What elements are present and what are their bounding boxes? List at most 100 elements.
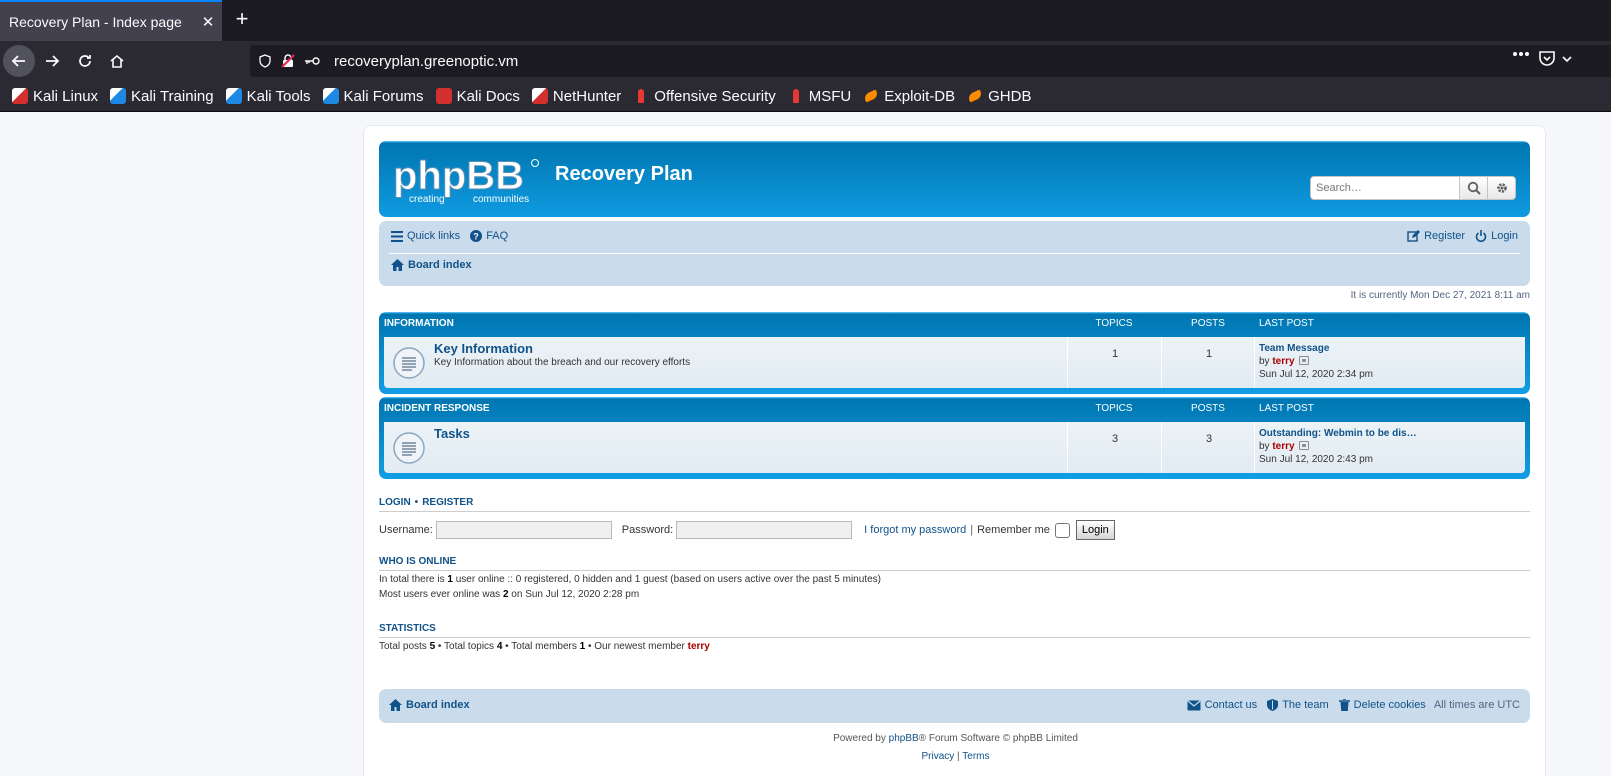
arrow-right-icon: [46, 55, 60, 67]
bookmark-offensive-security[interactable]: Offensive Security: [633, 87, 776, 105]
svg-text:?: ?: [473, 232, 479, 242]
register-link[interactable]: Register: [1407, 230, 1465, 242]
view-latest-post-icon[interactable]: [1298, 356, 1309, 365]
pencil-square-icon: [1407, 230, 1421, 242]
register-header-link[interactable]: REGISTER: [422, 497, 473, 508]
address-bar[interactable]: recoveryplan.greenoptic.vm: [250, 45, 1611, 77]
last-post-user-link[interactable]: terry: [1272, 441, 1294, 452]
register-label: Register: [1424, 230, 1466, 242]
legal-links: Privacy | Terms: [364, 751, 1547, 762]
kali-docs-icon: [435, 88, 452, 104]
overflow-chevron[interactable]: [1562, 55, 1572, 63]
category-header: INCIDENT RESPONSE TOPICS POSTS LAST POST: [384, 403, 1525, 417]
exploitdb-icon: [863, 88, 879, 104]
remember-me-checkbox[interactable]: [1054, 522, 1070, 538]
phpbb-link[interactable]: phpBB: [889, 733, 919, 744]
online-text: In total there is: [379, 574, 448, 585]
forum-row: Key Information Key Information about th…: [384, 337, 1525, 388]
delete-cookies-link[interactable]: Delete cookies: [1338, 699, 1426, 711]
breadcrumb: Board index: [391, 259, 482, 271]
faq-link[interactable]: ? FAQ: [470, 230, 508, 242]
footer-board-index-link[interactable]: Board index: [389, 699, 470, 711]
who-is-online-link[interactable]: WHO IS ONLINE: [379, 556, 456, 567]
browser-tab-strip: Recovery Plan - Index page ✕ +: [0, 0, 1611, 41]
current-time: It is currently Mon Dec 27, 2021 8:11 am: [1350, 290, 1530, 301]
search-input[interactable]: Search…: [1310, 176, 1460, 200]
view-latest-post-icon[interactable]: [1298, 441, 1309, 450]
bookmark-ghdb[interactable]: GHDB: [967, 88, 1031, 105]
tab-close-icon[interactable]: ✕: [194, 13, 222, 31]
phpbb-logo[interactable]: phpBB creating communities: [393, 154, 541, 205]
quick-links-menu[interactable]: Quick links: [391, 230, 460, 242]
bookmark-kali-training[interactable]: Kali Training: [110, 88, 214, 105]
statistics-line: Total posts 5 • Total topics 4 • Total m…: [379, 641, 710, 652]
statistics-label: STATISTICS: [379, 623, 436, 634]
bookmark-exploit-db[interactable]: Exploit-DB: [863, 88, 955, 105]
online-text: user online :: 0 registered, 0 hidden an…: [452, 574, 881, 585]
powered-text: ® Forum Software © phpBB Limited: [918, 733, 1078, 744]
last-post-user-link[interactable]: terry: [1272, 356, 1294, 367]
page-actions-menu[interactable]: [1512, 51, 1530, 57]
logo-sub-left: creating: [409, 194, 445, 205]
advanced-search-button[interactable]: [1488, 176, 1516, 200]
privacy-link[interactable]: Privacy: [921, 751, 954, 762]
envelope-icon: [1187, 700, 1201, 710]
last-post-time: Sun Jul 12, 2020 2:43 pm: [1259, 454, 1373, 465]
last-post-title-link[interactable]: Team Message: [1259, 342, 1373, 355]
logo-sub-right: communities: [473, 194, 529, 205]
contact-us-link[interactable]: Contact us: [1187, 699, 1257, 711]
last-post-title-link[interactable]: Outstanding: Webmin to be dis…: [1259, 427, 1417, 440]
login-button[interactable]: Login: [1075, 520, 1115, 540]
reload-button[interactable]: [69, 45, 101, 77]
bookmark-msfu[interactable]: MSFU: [788, 87, 852, 105]
login-link[interactable]: Login: [1475, 230, 1518, 242]
newest-member-link[interactable]: terry: [688, 641, 710, 652]
bookmark-kali-tools[interactable]: Kali Tools: [225, 88, 311, 105]
new-tab-button[interactable]: +: [230, 8, 254, 32]
username-label: Username:: [379, 524, 433, 536]
board-index-link[interactable]: Board index: [391, 259, 472, 271]
the-team-link[interactable]: The team: [1267, 699, 1329, 711]
forum-title-link[interactable]: Tasks: [434, 426, 470, 441]
reload-icon: [79, 55, 91, 67]
chevron-down-icon: [1562, 56, 1572, 63]
home-button[interactable]: [101, 45, 133, 77]
forum-title-link[interactable]: Key Information: [434, 341, 533, 356]
posts-header: POSTS: [1191, 403, 1225, 414]
browser-tab[interactable]: Recovery Plan - Index page ✕: [0, 0, 222, 41]
topics-count: 3: [1111, 433, 1119, 445]
back-button[interactable]: [3, 45, 35, 77]
column-divider: [1254, 422, 1255, 473]
last-post: Outstanding: Webmin to be dis… by terry …: [1259, 427, 1417, 466]
forgot-password-link[interactable]: I forgot my password: [864, 524, 966, 536]
bookmark-nethunter[interactable]: NetHunter: [531, 88, 621, 105]
bookmark-kali-linux[interactable]: Kali Linux: [12, 88, 98, 105]
bookmark-label: MSFU: [808, 87, 852, 105]
bookmark-label: Kali Docs: [456, 87, 520, 105]
home-icon: [389, 699, 402, 711]
login-header-link[interactable]: LOGIN: [379, 497, 411, 508]
password-field[interactable]: [676, 521, 853, 539]
username-field[interactable]: [435, 521, 612, 539]
category-title[interactable]: INFORMATION: [384, 318, 454, 329]
password-label: Password:: [621, 524, 674, 536]
forward-button[interactable]: [36, 45, 68, 77]
powered-by: Powered by phpBB® Forum Software © phpBB…: [364, 733, 1547, 744]
forum-read-icon: [393, 432, 425, 464]
bookmark-kali-forums[interactable]: Kali Forums: [322, 87, 424, 105]
bookmark-label: Offensive Security: [654, 87, 776, 105]
statistics-title: STATISTICS: [379, 623, 1530, 638]
bookmark-kali-docs[interactable]: Kali Docs: [435, 87, 520, 105]
stat-text: • Total topics: [435, 641, 497, 652]
key-icon: [304, 56, 320, 66]
kali-training-icon: [110, 88, 127, 104]
search-button[interactable]: [1460, 176, 1488, 200]
category-title[interactable]: INCIDENT RESPONSE: [384, 403, 490, 414]
bookmarks-toolbar: Kali Linux Kali Training Kali Tools Kali…: [0, 81, 1611, 112]
terms-link[interactable]: Terms: [962, 751, 989, 762]
shield-icon: [258, 54, 272, 68]
bookmark-label: Kali Forums: [343, 87, 424, 105]
pocket-button[interactable]: [1538, 49, 1556, 67]
column-divider: [1254, 337, 1255, 388]
nav-divider: [389, 253, 1520, 254]
